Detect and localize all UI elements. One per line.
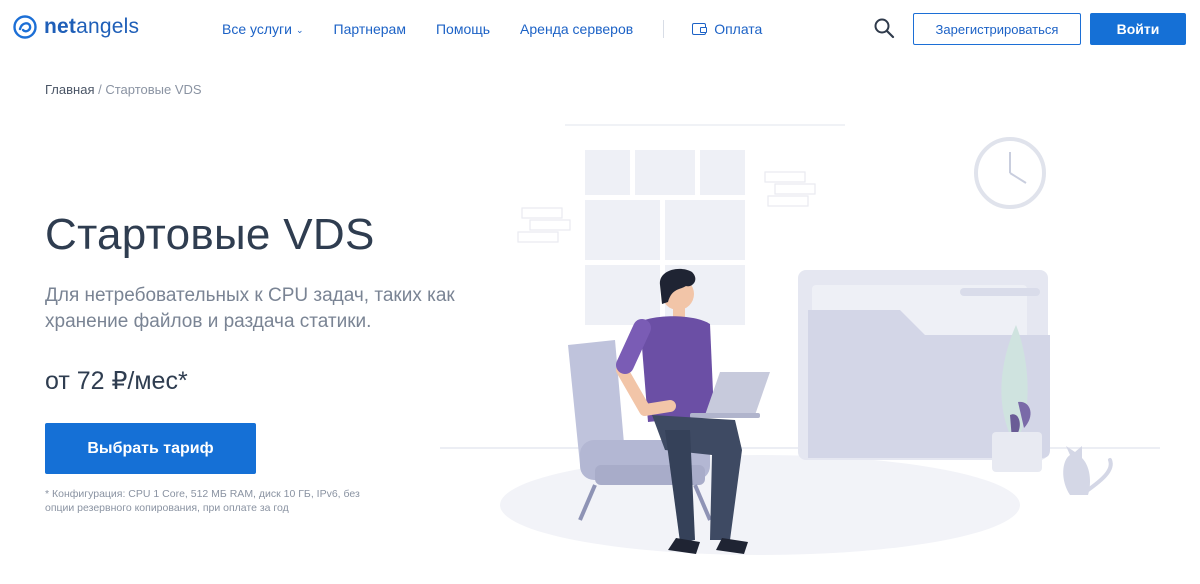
- breadcrumb: Главная / Стартовые VDS: [45, 82, 202, 97]
- breadcrumb-current: Стартовые VDS: [105, 82, 202, 97]
- chevron-down-icon: ⌄: [295, 24, 304, 35]
- hero-illustration: [440, 124, 1160, 555]
- login-button[interactable]: Войти: [1090, 13, 1186, 45]
- page-subtitle: Для нетребовательных к CPU задач, таких …: [45, 285, 455, 332]
- logo-text: netangels: [44, 15, 140, 38]
- config-footnote: * Конфигурация: CPU 1 Core, 512 МБ RAM, …: [45, 488, 360, 514]
- nav-divider: [663, 20, 665, 38]
- nav-partners[interactable]: Партнерам: [334, 21, 406, 37]
- price-label: от 72 ₽/мес*: [45, 367, 188, 395]
- main-nav: Все услуги ⌄ Партнерам Помощь Аренда серв…: [222, 20, 792, 38]
- breadcrumb-separator: /: [94, 82, 106, 97]
- breadcrumb-home-link[interactable]: Главная: [45, 82, 94, 97]
- nav-help[interactable]: Помощь: [436, 21, 490, 37]
- netangels-logo-icon: [13, 15, 37, 39]
- wallet-icon: [692, 23, 708, 35]
- register-button[interactable]: Зарегистрироваться: [913, 13, 1081, 45]
- nav-server-rental[interactable]: Аренда серверов: [520, 21, 633, 37]
- search-icon[interactable]: [873, 17, 895, 39]
- nav-payment[interactable]: Оплата: [692, 21, 762, 37]
- site-header: netangels Все услуги ⌄ Партнерам Помощь А…: [0, 0, 1200, 58]
- nav-all-services[interactable]: Все услуги ⌄: [222, 21, 304, 37]
- page-title: Стартовые VDS: [45, 210, 375, 259]
- logo[interactable]: netangels: [12, 14, 139, 40]
- choose-tariff-button[interactable]: Выбрать тариф: [45, 423, 256, 474]
